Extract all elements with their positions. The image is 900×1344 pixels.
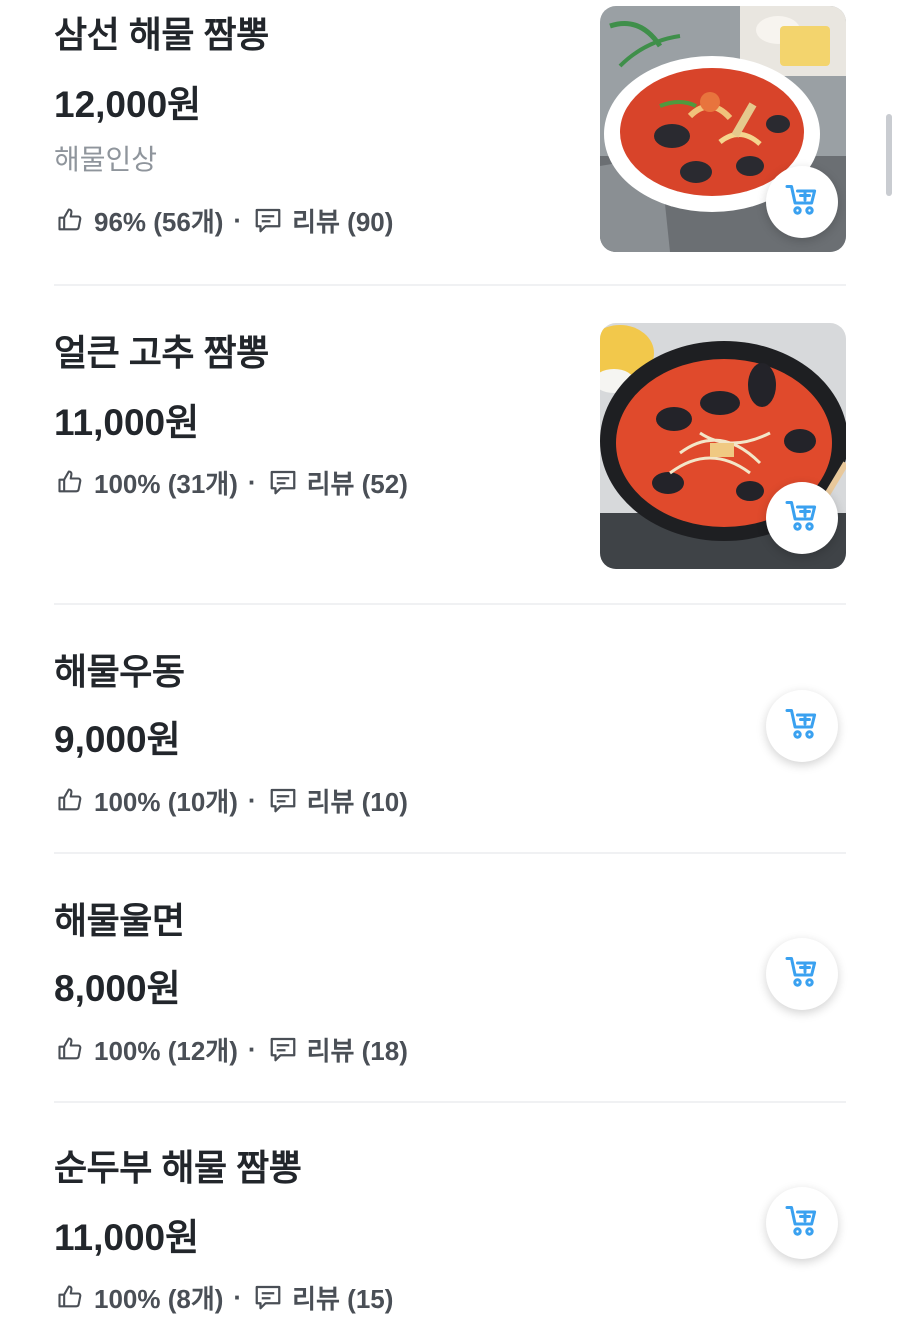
review-count[interactable]: 리뷰 (52) [307, 464, 408, 501]
like-rate: 100% (12개) [94, 1035, 238, 1066]
cart-add-icon [784, 706, 820, 747]
add-to-cart-button[interactable] [766, 166, 838, 238]
speech-bubble-icon [267, 784, 299, 816]
menu-item-name: 얼큰 고추 짬뽕 [54, 332, 269, 373]
separator: · [233, 1281, 243, 1312]
like-rate: 100% (10개) [94, 786, 238, 817]
thumbs-up-icon [54, 466, 86, 498]
cart-add-icon [784, 1203, 820, 1244]
thumbs-up-icon [54, 1033, 86, 1065]
thumbs-up-icon [54, 784, 86, 816]
review-count[interactable]: 리뷰 (15) [292, 1279, 393, 1316]
separator: · [247, 466, 257, 497]
cart-add-icon [784, 498, 820, 539]
scrollbar[interactable] [886, 114, 892, 196]
menu-item-name: 해물우동 [54, 651, 185, 692]
speech-bubble-icon [252, 1281, 284, 1313]
menu-item-price: 11,000원 [54, 402, 200, 443]
review-count[interactable]: 리뷰 (18) [307, 1031, 408, 1068]
menu-item-price: 12,000원 [54, 84, 202, 125]
menu-item-stats: 100% (12개) · 리뷰 (18) [54, 1031, 408, 1067]
menu-item-stats: 100% (8개) · 리뷰 (15) [54, 1279, 393, 1315]
cart-add-icon [784, 954, 820, 995]
review-count[interactable]: 리뷰 (10) [307, 782, 408, 819]
menu-item[interactable]: 삼선 해물 짬뽕 12,000원 해물인상 96% (56개) · 리뷰 (90… [54, 0, 846, 284]
add-to-cart-button[interactable] [766, 482, 838, 554]
cart-add-icon [784, 182, 820, 223]
menu-item-price: 11,000원 [54, 1217, 200, 1258]
add-to-cart-button[interactable] [766, 1187, 838, 1259]
like-rate: 96% (56개) [94, 206, 224, 237]
speech-bubble-icon [252, 204, 284, 236]
menu-item-stats: 100% (31개) · 리뷰 (52) [54, 464, 408, 500]
menu-item-price: 9,000원 [54, 719, 181, 760]
menu-item-name: 해물울면 [54, 900, 185, 941]
menu-item-stats: 96% (56개) · 리뷰 (90) [54, 202, 393, 238]
thumbs-up-icon [54, 204, 86, 236]
separator: · [247, 1033, 257, 1064]
menu-list-page: 삼선 해물 짬뽕 12,000원 해물인상 96% (56개) · 리뷰 (90… [0, 0, 900, 1344]
add-to-cart-button[interactable] [766, 690, 838, 762]
add-to-cart-button[interactable] [766, 938, 838, 1010]
menu-item-price: 8,000원 [54, 968, 181, 1009]
menu-item[interactable]: 해물우동 9,000원 100% (10개) · 리뷰 (10) [54, 605, 846, 853]
menu-item[interactable]: 해물울면 8,000원 100% (12개) · 리뷰 (18) [54, 854, 846, 1102]
menu-item[interactable]: 얼큰 고추 짬뽕 11,000원 100% (31개) · 리뷰 (52) [54, 286, 846, 604]
menu-item-name: 순두부 해물 짬뽕 [54, 1147, 302, 1188]
thumbs-up-icon [54, 1281, 86, 1313]
like-rate: 100% (31개) [94, 468, 238, 499]
menu-item-stats: 100% (10개) · 리뷰 (10) [54, 782, 408, 818]
speech-bubble-icon [267, 466, 299, 498]
review-count[interactable]: 리뷰 (90) [292, 202, 393, 239]
menu-item[interactable]: 순두부 해물 짬뽕 11,000원 100% (8개) · 리뷰 (15) [54, 1103, 846, 1344]
like-rate: 100% (8개) [94, 1283, 224, 1314]
separator: · [247, 784, 257, 815]
menu-item-name: 삼선 해물 짬뽕 [54, 14, 269, 55]
menu-item-description: 해물인상 [54, 144, 158, 175]
separator: · [233, 204, 243, 235]
speech-bubble-icon [267, 1033, 299, 1065]
